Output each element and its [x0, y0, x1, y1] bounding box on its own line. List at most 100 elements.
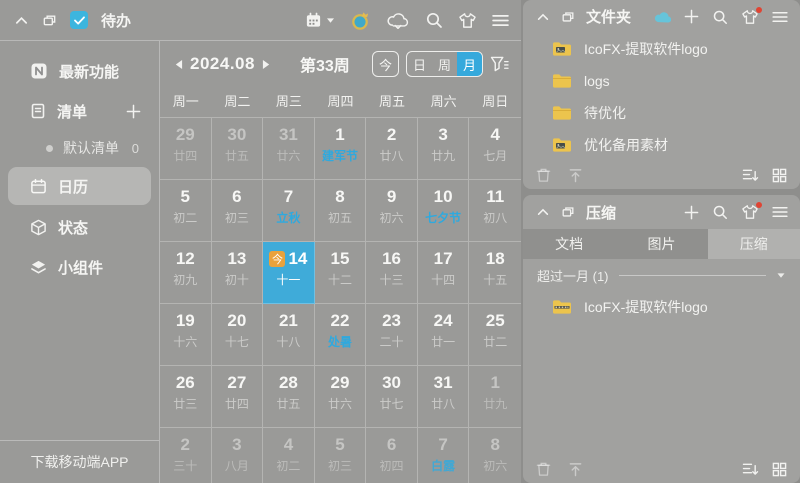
calendar-day-cell[interactable]: 4七月 — [469, 118, 521, 180]
folder-item[interactable]: logs — [523, 65, 800, 97]
calendar-day-cell[interactable]: 25廿二 — [469, 304, 521, 366]
calendar-day-cell[interactable]: 17十四 — [418, 242, 470, 304]
menu-icon[interactable] — [772, 11, 788, 23]
add-icon[interactable] — [684, 205, 699, 220]
calendar-day-cell[interactable]: 8初六 — [469, 428, 521, 483]
calendar-day-cell[interactable]: 今14十一 — [263, 242, 315, 304]
calendar-day-cell[interactable]: 27廿四 — [212, 366, 264, 428]
calendar-day-cell[interactable]: 4初二 — [263, 428, 315, 483]
calendar-day-cell[interactable]: 5初二 — [160, 180, 212, 242]
calendar-day-cell[interactable]: 30廿五 — [212, 118, 264, 180]
collapse-chevron-up-icon[interactable] — [14, 13, 29, 28]
move-to-top-icon[interactable] — [568, 462, 583, 477]
calendar-day-cell[interactable]: 28廿五 — [263, 366, 315, 428]
calendar-day-cell[interactable]: 11初八 — [469, 180, 521, 242]
calendar-day-cell[interactable]: 26廿三 — [160, 366, 212, 428]
cloud-status-icon[interactable] — [654, 11, 671, 23]
calendar-day-cell[interactable]: 21十八 — [263, 304, 315, 366]
folder-item[interactable]: 优化备用素材 — [523, 129, 800, 161]
theme-shirt-icon[interactable] — [741, 204, 759, 220]
sidebar-item-widgets[interactable]: 小组件 — [0, 247, 159, 287]
restore-window-icon[interactable] — [561, 10, 575, 24]
cloud-sync-icon[interactable] — [386, 12, 410, 29]
calendar-day-cell[interactable]: 9初六 — [366, 180, 418, 242]
calendar-day-cell[interactable]: 20十七 — [212, 304, 264, 366]
calendar-view-dropdown[interactable] — [305, 12, 335, 29]
calendar-day-cell[interactable]: 2廿八 — [366, 118, 418, 180]
calendar-day-cell[interactable]: 31廿八 — [418, 366, 470, 428]
calendar-day-cell[interactable]: 1廿九 — [469, 366, 521, 428]
today-button[interactable]: 今 — [372, 51, 399, 77]
view-option[interactable]: 日 — [407, 52, 432, 76]
calendar-day-cell[interactable]: 5初三 — [315, 428, 367, 483]
filter-icon[interactable] — [490, 56, 509, 72]
move-to-top-icon[interactable] — [568, 168, 583, 183]
menu-icon[interactable] — [772, 206, 788, 218]
tab-图片[interactable]: 图片 — [615, 229, 707, 259]
calendar-day-cell[interactable]: 19十六 — [160, 304, 212, 366]
calendar-day-cell[interactable]: 10七夕节 — [418, 180, 470, 242]
day-number-row: 2 — [181, 435, 190, 455]
calendar-day-cell[interactable]: 29廿六 — [315, 366, 367, 428]
sidebar-item-latest-features[interactable]: 最新功能 — [0, 51, 159, 91]
calendar-day-cell[interactable]: 31廿六 — [263, 118, 315, 180]
add-list-icon[interactable] — [126, 104, 141, 119]
calendar-day-cell[interactable]: 18十五 — [469, 242, 521, 304]
trash-icon[interactable] — [536, 461, 551, 477]
folder-item[interactable]: IcoFX-提取软件logo — [523, 33, 800, 65]
collapse-chevron-up-icon[interactable] — [536, 205, 550, 219]
calendar-day-cell[interactable]: 6初四 — [366, 428, 418, 483]
calendar-day-cell[interactable]: 6初三 — [212, 180, 264, 242]
restore-window-icon[interactable] — [561, 205, 575, 219]
theme-shirt-icon[interactable] — [741, 9, 759, 25]
view-option[interactable]: 月 — [457, 52, 482, 76]
grid-view-icon[interactable] — [772, 168, 787, 183]
calendar-day-cell[interactable]: 2三十 — [160, 428, 212, 483]
search-icon[interactable] — [425, 11, 443, 29]
sort-icon[interactable] — [742, 168, 759, 182]
add-icon[interactable] — [684, 9, 699, 24]
restore-window-icon[interactable] — [42, 13, 57, 28]
todo-checkbox[interactable] — [70, 11, 88, 29]
calendar-day-cell[interactable]: 13初十 — [212, 242, 264, 304]
collapse-chevron-up-icon[interactable] — [536, 10, 550, 24]
calendar-day-cell[interactable]: 24廿一 — [418, 304, 470, 366]
vip-membership-icon[interactable] — [350, 10, 371, 31]
next-month-icon[interactable] — [262, 59, 271, 70]
grid-view-icon[interactable] — [772, 462, 787, 477]
tab-文档[interactable]: 文档 — [523, 229, 615, 259]
calendar-day-cell[interactable]: 16十三 — [366, 242, 418, 304]
calendar-day-cell[interactable]: 3八月 — [212, 428, 264, 483]
calendar-day-cell[interactable]: 23二十 — [366, 304, 418, 366]
sidebar-item-lists[interactable]: 清单 — [0, 91, 159, 131]
sidebar-item-default-list[interactable]: 默认清单 0 — [0, 131, 159, 165]
day-sublabel: 初十 — [225, 271, 249, 288]
month-label: 2024.08 — [190, 54, 255, 74]
folder-item[interactable]: 待优化 — [523, 97, 800, 129]
archive-group-row[interactable]: 超过一月 (1) — [523, 259, 800, 291]
calendar-day-cell[interactable]: 30廿七 — [366, 366, 418, 428]
calendar-day-cell[interactable]: 3廿九 — [418, 118, 470, 180]
sidebar-item-status[interactable]: 状态 — [0, 207, 159, 247]
calendar-day-cell[interactable]: 22处暑 — [315, 304, 367, 366]
search-icon[interactable] — [712, 9, 728, 25]
sidebar-item-calendar[interactable]: 日历 — [8, 167, 151, 205]
collapse-caret-down-icon[interactable] — [776, 272, 786, 279]
view-option[interactable]: 周 — [432, 52, 457, 76]
calendar-day-cell[interactable]: 15十二 — [315, 242, 367, 304]
tab-压缩[interactable]: 压缩 — [708, 229, 800, 259]
prev-month-icon[interactable] — [174, 59, 183, 70]
trash-icon[interactable] — [536, 167, 551, 183]
archive-item[interactable]: IcoFX-提取软件logo — [523, 291, 800, 323]
calendar-day-cell[interactable]: 7立秋 — [263, 180, 315, 242]
download-mobile-app-button[interactable]: 下载移动端APP — [0, 440, 159, 483]
calendar-day-cell[interactable]: 8初五 — [315, 180, 367, 242]
theme-shirt-icon[interactable] — [458, 12, 477, 29]
menu-icon[interactable] — [492, 14, 509, 27]
calendar-day-cell[interactable]: 1建军节 — [315, 118, 367, 180]
sort-icon[interactable] — [742, 462, 759, 476]
calendar-day-cell[interactable]: 12初九 — [160, 242, 212, 304]
calendar-day-cell[interactable]: 29廿四 — [160, 118, 212, 180]
calendar-day-cell[interactable]: 7白露 — [418, 428, 470, 483]
search-icon[interactable] — [712, 204, 728, 220]
